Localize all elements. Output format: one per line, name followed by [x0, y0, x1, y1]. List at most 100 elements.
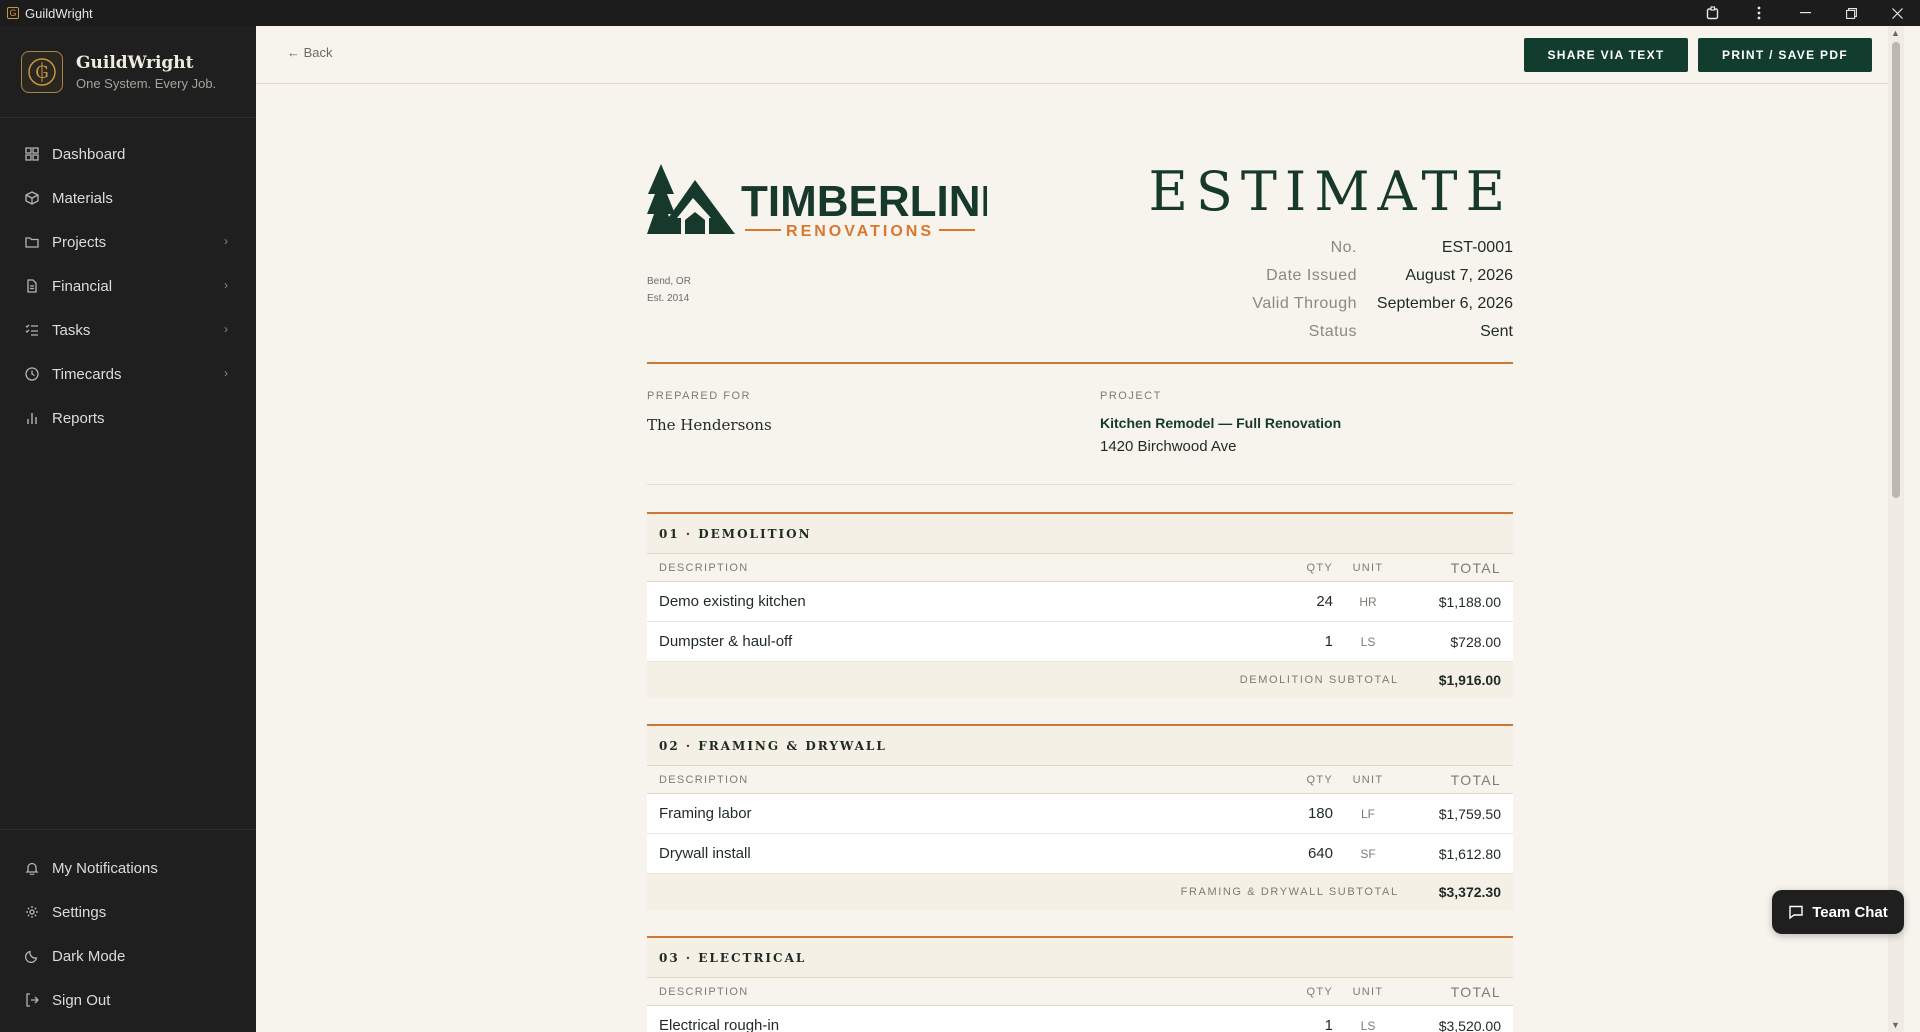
vertical-scrollbar[interactable]: ▲ ▼ — [1888, 26, 1904, 1032]
folder-icon — [24, 234, 40, 250]
meta-row-date-issued: Date Issued August 7, 2026 — [1252, 262, 1513, 290]
table-row: Dumpster & haul-off 1 LS $728.00 — [647, 622, 1513, 662]
share-via-text-button[interactable]: SHARE VIA TEXT — [1524, 38, 1688, 72]
line-item-section: 01 · DEMOLITION DESCRIPTION QTY UNIT TOT… — [647, 512, 1513, 698]
sidebar-item-materials[interactable]: Materials — [0, 176, 256, 220]
print-save-pdf-button[interactable]: PRINT / SAVE PDF — [1698, 38, 1872, 72]
chevron-right-icon: › — [224, 278, 228, 292]
team-chat-button[interactable]: Team Chat — [1772, 890, 1904, 934]
col-qty: QTY — [1306, 985, 1333, 998]
client-name: The Hendersons — [647, 416, 772, 434]
meta-row-valid-through: Valid Through September 6, 2026 — [1252, 290, 1513, 318]
sidebar-item-label: Dark Mode — [52, 947, 126, 965]
column-header-row: DESCRIPTION QTY UNIT TOTAL — [647, 978, 1513, 1006]
brand-tagline: One System. Every Job. — [76, 75, 217, 91]
table-row: Drywall install 640 SF $1,612.80 — [647, 834, 1513, 874]
sidebar-item-notifications[interactable]: My Notifications — [0, 846, 256, 890]
brand-header[interactable]: G GuildWright One System. Every Job. — [0, 26, 256, 118]
sidebar-item-reports[interactable]: Reports — [0, 396, 256, 440]
minimize-icon[interactable] — [1782, 0, 1828, 26]
sidebar-item-label: Financial — [52, 277, 113, 295]
sidebar-item-label: Materials — [52, 189, 113, 207]
item-total: $1,759.50 — [1438, 805, 1501, 822]
company-name: TIMBERLINE — [741, 177, 987, 226]
more-menu-icon[interactable] — [1736, 0, 1782, 26]
window-title: GuildWright — [25, 5, 93, 21]
subtotal-label: DEMOLITION SUBTOTAL — [1239, 674, 1399, 686]
item-total: $3,520.00 — [1438, 1017, 1501, 1032]
meta-label: No. — [1330, 239, 1357, 256]
sidebar-item-label: Timecards — [52, 365, 122, 383]
meta-value: August 7, 2026 — [1405, 267, 1513, 284]
bell-icon — [24, 860, 40, 876]
col-description: DESCRIPTION — [659, 773, 749, 786]
section-title: 03 · ELECTRICAL — [647, 936, 1513, 978]
info-divider — [647, 484, 1513, 485]
window-titlebar: G GuildWright — [0, 0, 1920, 26]
sidebar-item-settings[interactable]: Settings — [0, 890, 256, 934]
scroll-up-arrow-icon[interactable]: ▲ — [1891, 28, 1900, 38]
item-qty: 1 — [1324, 633, 1333, 650]
restore-icon[interactable] — [1828, 0, 1874, 26]
close-icon[interactable] — [1874, 0, 1920, 26]
chevron-right-icon: › — [224, 234, 228, 248]
document-toolbar: ← Back SHARE VIA TEXT PRINT / SAVE PDF — [256, 26, 1904, 84]
sidebar-bottom: My Notifications Settings Dark Mode Sign… — [0, 829, 256, 1032]
col-description: DESCRIPTION — [659, 561, 749, 574]
company-subname: RENOVATIONS — [786, 223, 934, 240]
extensions-icon[interactable] — [1690, 0, 1736, 26]
project-address: 1420 Birchwood Ave — [1100, 438, 1237, 455]
sidebar-item-sign-out[interactable]: Sign Out — [0, 978, 256, 1022]
sidebar-item-label: Dashboard — [52, 145, 126, 163]
column-header-row: DESCRIPTION QTY UNIT TOTAL — [647, 766, 1513, 794]
col-unit: UNIT — [1352, 561, 1384, 574]
prepared-for-block: PREPARED FOR The Hendersons — [647, 390, 772, 434]
company-location: Bend, OR Est. 2014 — [647, 273, 691, 307]
col-description: DESCRIPTION — [659, 985, 749, 998]
sidebar-item-label: Sign Out — [52, 991, 111, 1009]
estimate-meta: No. EST-0001 Date Issued August 7, 2026 … — [1252, 234, 1513, 346]
item-unit: LS — [1360, 634, 1376, 649]
sidebar-nav: Dashboard Materials Projects › Financial… — [0, 118, 256, 440]
scroll-down-arrow-icon[interactable]: ▼ — [1891, 1020, 1900, 1030]
sidebar-item-timecards[interactable]: Timecards › — [0, 352, 256, 396]
item-qty: 24 — [1316, 593, 1333, 610]
col-qty: QTY — [1306, 561, 1333, 574]
grid-icon — [24, 146, 40, 162]
section-title: 01 · DEMOLITION — [647, 512, 1513, 554]
item-unit: HR — [1359, 594, 1377, 609]
column-header-row: DESCRIPTION QTY UNIT TOTAL — [647, 554, 1513, 582]
back-link[interactable]: ← Back — [287, 45, 333, 60]
chat-bubble-icon — [1788, 904, 1804, 920]
col-qty: QTY — [1306, 773, 1333, 786]
sidebar-item-financial[interactable]: Financial › — [0, 264, 256, 308]
item-description: Dumpster & haul-off — [659, 633, 793, 650]
item-description: Framing labor — [659, 805, 752, 822]
subtotal-value: $1,916.00 — [1438, 672, 1501, 688]
list-icon — [24, 322, 40, 338]
item-total: $728.00 — [1450, 633, 1501, 650]
item-qty: 640 — [1307, 845, 1333, 862]
main-content: ← Back SHARE VIA TEXT PRINT / SAVE PDF T… — [256, 26, 1904, 1032]
sidebar-item-dark-mode[interactable]: Dark Mode — [0, 934, 256, 978]
sidebar-item-projects[interactable]: Projects › — [0, 220, 256, 264]
brand-logo: G — [21, 50, 63, 93]
team-chat-label: Team Chat — [1812, 903, 1888, 921]
header-divider — [647, 362, 1513, 364]
col-unit: UNIT — [1352, 985, 1384, 998]
sidebar-item-dashboard[interactable]: Dashboard — [0, 132, 256, 176]
document-icon — [24, 278, 40, 294]
item-total: $1,612.80 — [1438, 845, 1501, 862]
subtotal-label: FRAMING & DRYWALL SUBTOTAL — [1180, 886, 1399, 898]
item-description: Electrical rough-in — [659, 1017, 780, 1032]
meta-label: Valid Through — [1252, 295, 1357, 312]
sidebar-item-tasks[interactable]: Tasks › — [0, 308, 256, 352]
line-item-section: 02 · FRAMING & DRYWALL DESCRIPTION QTY U… — [647, 724, 1513, 910]
meta-label: Date Issued — [1266, 267, 1357, 284]
sidebar-item-label: Tasks — [52, 321, 91, 339]
scrollbar-thumb[interactable] — [1892, 42, 1900, 498]
col-total: TOTAL — [1450, 771, 1501, 788]
item-unit: LS — [1360, 1018, 1376, 1032]
item-description: Drywall install — [659, 845, 751, 862]
project-block: PROJECT Kitchen Remodel — Full Renovatio… — [1100, 390, 1341, 455]
